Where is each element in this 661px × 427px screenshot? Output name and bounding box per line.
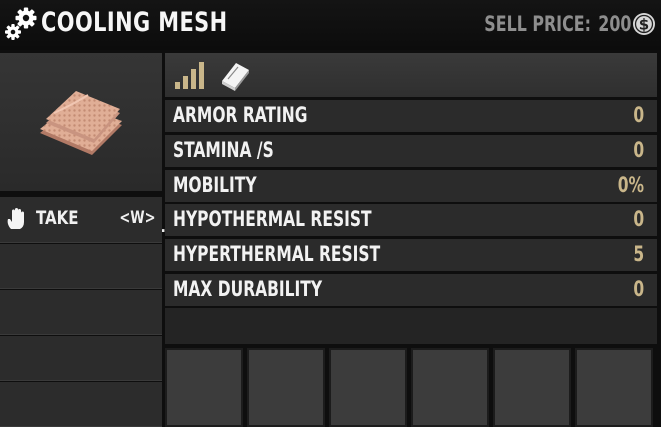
stat-value: 5 bbox=[633, 242, 644, 266]
dollar-coin-icon: $ bbox=[633, 13, 655, 35]
stat-row-empty bbox=[165, 308, 657, 344]
stat-row-hyperthermal-resist: HYPERTHERMAL RESIST 5 bbox=[165, 239, 657, 271]
stat-label: MAX DURABILITY bbox=[173, 277, 323, 301]
cooling-mesh-icon bbox=[40, 91, 122, 155]
gear-icon bbox=[5, 7, 37, 40]
stats-toolbar bbox=[165, 53, 657, 97]
item-title: COOLING MESH bbox=[41, 7, 228, 38]
empty-action-slot bbox=[0, 244, 162, 289]
stat-row-mobility: MOBILITY 0% bbox=[165, 170, 657, 202]
take-label: TAKE bbox=[36, 207, 79, 229]
stat-value: 0% bbox=[617, 173, 644, 197]
stat-row-armor-rating: ARMOR RATING 0 bbox=[165, 100, 657, 132]
stat-label: MOBILITY bbox=[173, 173, 257, 197]
svg-text:$: $ bbox=[639, 16, 649, 34]
empty-action-slot bbox=[0, 336, 162, 381]
stat-row-stamina: STAMINA /S 0 bbox=[165, 135, 657, 167]
book-icon[interactable] bbox=[218, 59, 252, 91]
mod-slot[interactable] bbox=[411, 348, 489, 427]
stat-value: 0 bbox=[633, 277, 644, 301]
mod-slot[interactable] bbox=[165, 348, 243, 427]
empty-action-slot bbox=[0, 382, 162, 427]
stat-row-max-durability: MAX DURABILITY 0 bbox=[165, 274, 657, 306]
sell-price-value: 200 bbox=[597, 12, 631, 36]
stat-label: STAMINA /S bbox=[173, 138, 274, 162]
mod-slot[interactable] bbox=[575, 348, 653, 427]
stat-label: HYPOTHERMAL RESIST bbox=[173, 207, 372, 231]
stat-row-hypothermal-resist: HYPOTHERMAL RESIST 0 bbox=[165, 204, 657, 236]
take-hotkey: <W> bbox=[119, 208, 156, 228]
mod-slot[interactable] bbox=[329, 348, 407, 427]
stat-value: 0 bbox=[633, 138, 644, 162]
hand-icon bbox=[7, 208, 24, 229]
item-preview: 1 bbox=[0, 53, 166, 238]
mod-slot[interactable] bbox=[247, 348, 325, 427]
signal-bars-icon[interactable] bbox=[174, 60, 206, 90]
stat-value: 0 bbox=[633, 207, 644, 231]
take-action-button[interactable]: TAKE <W> bbox=[0, 197, 162, 243]
stat-label: ARMOR RATING bbox=[173, 103, 308, 127]
item-header: COOLING MESH SELL PRICE: 200 $ bbox=[0, 0, 661, 50]
stat-value: 0 bbox=[633, 103, 644, 127]
stat-label: HYPERTHERMAL RESIST bbox=[173, 242, 381, 266]
mod-slot[interactable] bbox=[493, 348, 571, 427]
empty-action-slot bbox=[0, 290, 162, 335]
sell-price-label: SELL PRICE: bbox=[484, 12, 591, 36]
